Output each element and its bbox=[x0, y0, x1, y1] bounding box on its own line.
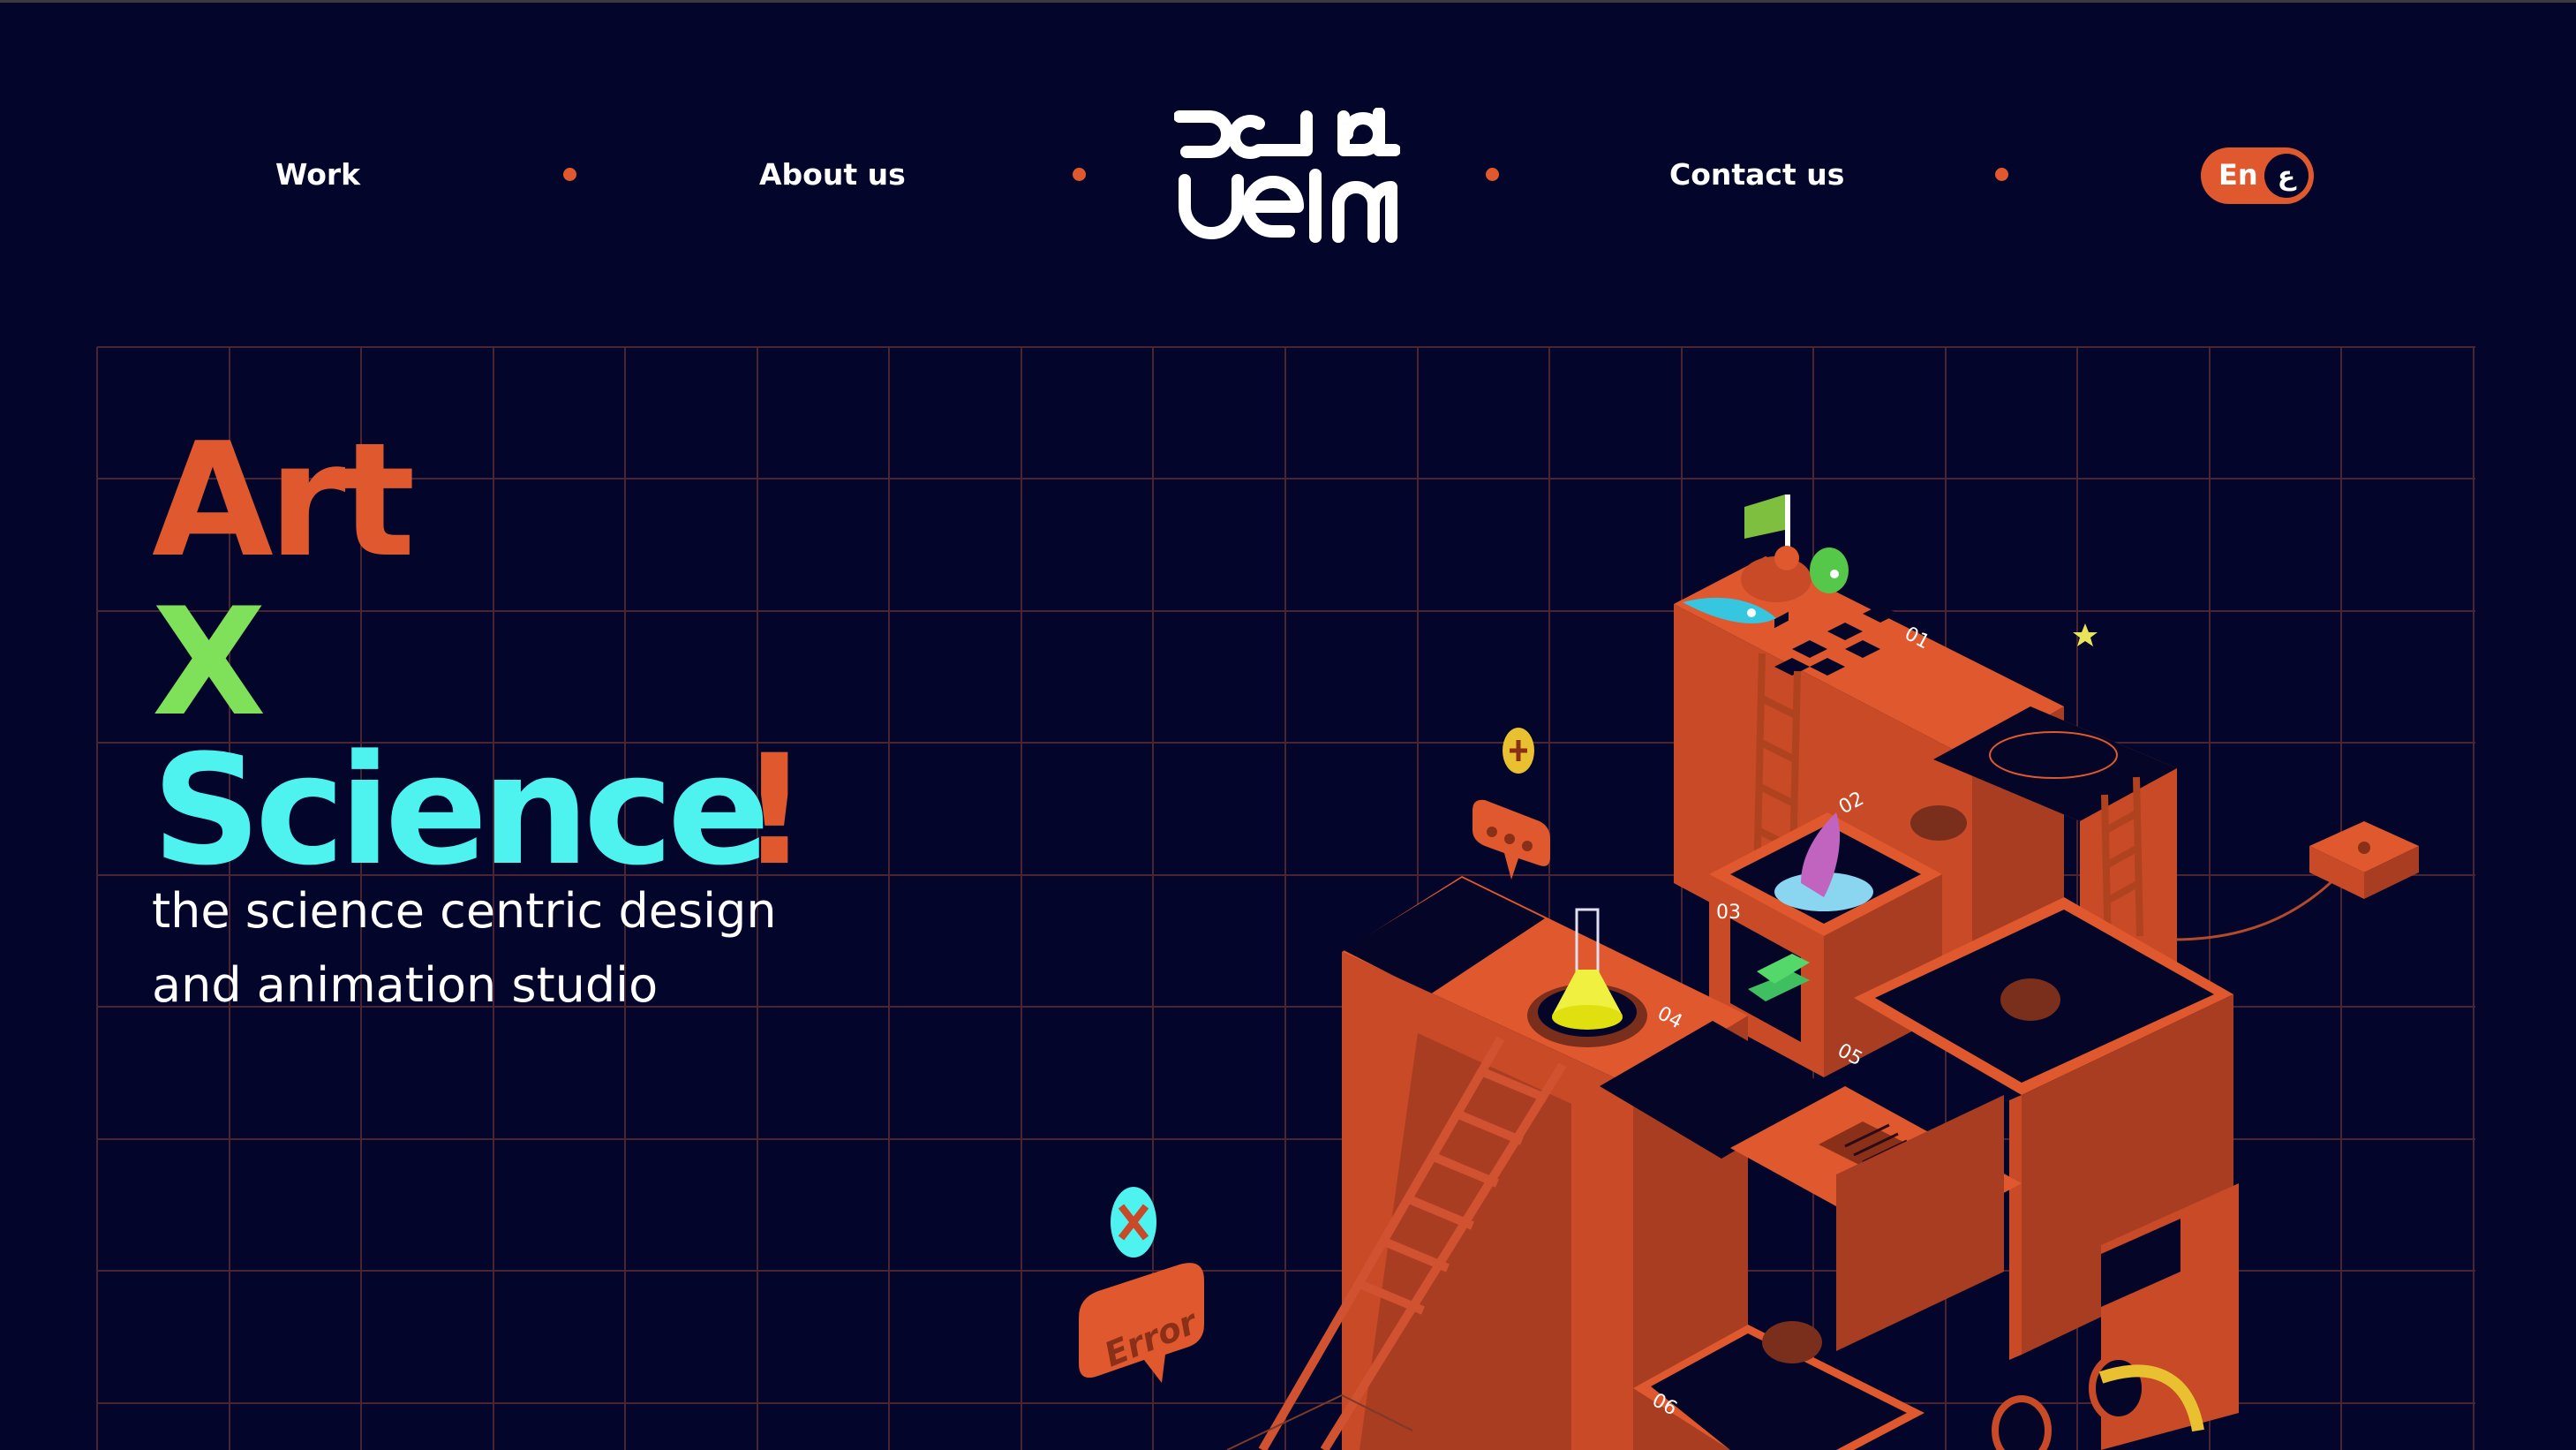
plus-coin-icon bbox=[1503, 728, 1534, 774]
step-label-03: 03 bbox=[1716, 902, 1741, 924]
close-coin-icon bbox=[1111, 1187, 1156, 1257]
error-bubble-icon: Error bbox=[1079, 1263, 1204, 1383]
chat-bubble-icon bbox=[1473, 799, 1550, 880]
flag-icon bbox=[1744, 495, 1790, 549]
front-left-block: 04 bbox=[1258, 876, 1748, 1450]
star-icon bbox=[2073, 623, 2098, 646]
isometric-science-illustration: .o1 { fill: #e0582e; } .o2 { fill: #c84a… bbox=[1079, 495, 2419, 1450]
